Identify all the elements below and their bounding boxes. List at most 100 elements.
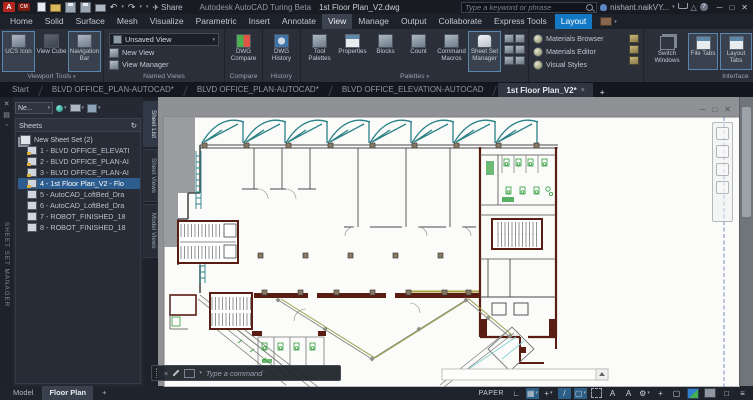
customization-menu-icon[interactable]: ≡ [736,388,749,399]
palette-small-icon[interactable] [504,56,514,65]
tab-annotate[interactable]: Annotate [276,14,322,29]
materials-browser-button[interactable]: Materials Browser [533,33,627,44]
full-navigation-wheel-icon[interactable] [716,127,729,140]
plot-icon[interactable] [95,4,106,12]
pan-icon[interactable] [716,145,729,158]
tab-output[interactable]: Output [395,14,433,29]
panel-label-palettes[interactable]: Palettes ▾ [301,72,528,82]
refresh-icon[interactable]: ↻ [131,121,137,130]
user-caret-icon[interactable]: ▾ [672,4,675,10]
vertical-scrollbar[interactable] [739,97,753,386]
material-small-icon[interactable] [629,34,639,43]
doc-restore-icon[interactable]: □ [712,105,717,114]
new-view-button[interactable]: New View [109,47,219,58]
file-tab-plan1[interactable]: BLVD OFFICE_PLAN-AUTOCAD* [44,83,182,97]
selection-cycling-icon[interactable] [590,388,603,399]
sheet-set-combo[interactable]: Ne...▾ [15,102,53,114]
palette-properties-icon[interactable]: ▫ [5,122,7,129]
panel-label-viewport-tools[interactable]: Viewport Tools ▾ [0,72,103,82]
view-manager-button[interactable]: View Manager [109,59,219,70]
ssm-import-button[interactable]: ▾ [87,104,101,113]
file-tab-start[interactable]: Start [4,83,37,97]
ucs-icon-button[interactable]: UCS Icon [2,31,35,72]
graphics-performance-icon[interactable] [686,388,700,399]
orbit-icon[interactable] [716,181,729,194]
new-layout-button[interactable]: + [95,386,113,400]
tab-insert[interactable]: Insert [243,14,276,29]
tab-sheet-views[interactable]: Sheet Views [143,149,158,202]
undo-icon[interactable]: ↶ [110,3,118,12]
tab-solid[interactable]: Solid [39,14,70,29]
sheet-set-root[interactable]: New Sheet Set (2) [18,134,140,145]
sheet-item-4-selected[interactable]: 4 - 1st Floor Plan_V2 - Flo [18,178,140,189]
open-file-icon[interactable] [50,4,61,12]
command-history-caret-icon[interactable]: ▾ [199,370,202,376]
command-line[interactable]: × ▾ Type a command [151,365,341,381]
snap-mode-icon[interactable]: ▦▾ [526,388,539,399]
floor-plan-drawing[interactable] [158,97,740,387]
visual-styles-button[interactable]: Visual Styles [533,59,627,70]
isolate-objects-icon[interactable] [703,388,717,399]
user-name[interactable]: nishant.naikVY... [610,3,669,12]
tab-view[interactable]: View [322,14,352,29]
quick-properties-icon[interactable]: ▢ [670,388,683,399]
user-avatar-icon[interactable] [600,4,607,11]
clean-screen-icon[interactable]: □ [720,388,733,399]
tab-home[interactable]: Home [4,14,39,29]
palette-small-icon[interactable] [515,56,525,65]
dwg-history-button[interactable]: DWG History [265,31,298,72]
sheet-set-manager-button[interactable]: Sheet Set Manager [468,31,501,72]
new-tab-button[interactable]: + [594,88,611,97]
command-line-grip[interactable] [156,368,160,378]
media-panel-icon[interactable]: ▾ [600,14,617,29]
palette-small-icon[interactable] [504,45,514,54]
zoom-icon[interactable] [716,163,729,176]
tab-express-tools[interactable]: Express Tools [488,14,553,29]
navigation-bar[interactable] [712,122,733,222]
tab-close-icon[interactable]: × [581,85,585,96]
paper-space-toggle[interactable]: PAPER [476,389,507,398]
sheet-item-2[interactable]: 2 - BLVD OFFICE_PLAN-AI [18,156,140,167]
view-combo[interactable]: Unsaved View▾ [109,33,219,46]
navigation-bar-button[interactable]: Navigation Bar [68,31,101,72]
ssm-publish-button[interactable]: ▾ [70,104,85,112]
save-icon[interactable] [65,2,76,13]
palette-autohide-icon[interactable]: ▤ [3,111,10,119]
ucs-status-icon[interactable]: ∟ [510,388,523,399]
autocad-logo-icon[interactable]: A [3,2,15,12]
redo-icon[interactable]: ↷ [128,3,136,12]
ssm-status-button[interactable]: ▾ [56,105,67,112]
tab-visualize[interactable]: Visualize [144,14,190,29]
materials-editor-button[interactable]: Materials Editor [533,46,627,57]
tab-layout[interactable]: Layout [555,14,593,29]
palette-small-icon[interactable] [515,45,525,54]
workspace-settings-icon[interactable]: ⚙▾ [638,388,651,399]
drawing-area[interactable]: ─ □ ✕ × ▾ Type a command [158,97,753,386]
model-tab[interactable]: Model [6,386,40,400]
store-cart-icon[interactable] [678,3,688,9]
annotation-visibility-icon[interactable]: A [606,388,619,399]
tab-manage[interactable]: Manage [352,14,395,29]
view-cube-button[interactable]: View Cube [35,31,68,72]
sheet-item-7[interactable]: 7 - ROBOT_FINISHED_18 [18,211,140,222]
sheet-item-8[interactable]: 8 - ROBOT_FINISHED_18 [18,222,140,233]
search-icon[interactable] [586,4,593,11]
sheet-item-6[interactable]: 6 - AutoCAD_LoftBed_Dra [18,200,140,211]
alert-icon[interactable]: △ [691,3,697,12]
command-input[interactable]: Type a command [206,369,263,378]
file-tab-active[interactable]: 1st Floor Plan_V2*× [498,83,592,97]
palette-close-icon[interactable]: ✕ [4,100,10,108]
tool-palettes-button[interactable]: Tool Palettes [303,31,336,72]
file-tab-elevation[interactable]: BLVD OFFICE_ELEVATION-AUTOCAD [334,83,492,97]
minimize-button[interactable]: ─ [717,3,723,12]
sheet-item-1[interactable]: 1 - BLVD OFFICE_ELEVATI [18,145,140,156]
annotation-scale-icon[interactable]: A [622,388,635,399]
undo-caret-icon[interactable]: ▾ [121,4,124,10]
qat-customize-caret-icon[interactable]: ▾ [146,4,149,10]
palette-small-icon[interactable] [504,34,514,43]
sheet-item-5[interactable]: 5 - AutoCAD_LoftBed_Dra [18,189,140,200]
tab-model-views[interactable]: Model Views [143,204,158,258]
sheet-item-3[interactable]: 3 - BLVD OFFICE_PLAN-AI [18,167,140,178]
properties-button[interactable]: Properties [336,31,369,72]
ortho-mode-icon[interactable]: / [558,388,571,399]
